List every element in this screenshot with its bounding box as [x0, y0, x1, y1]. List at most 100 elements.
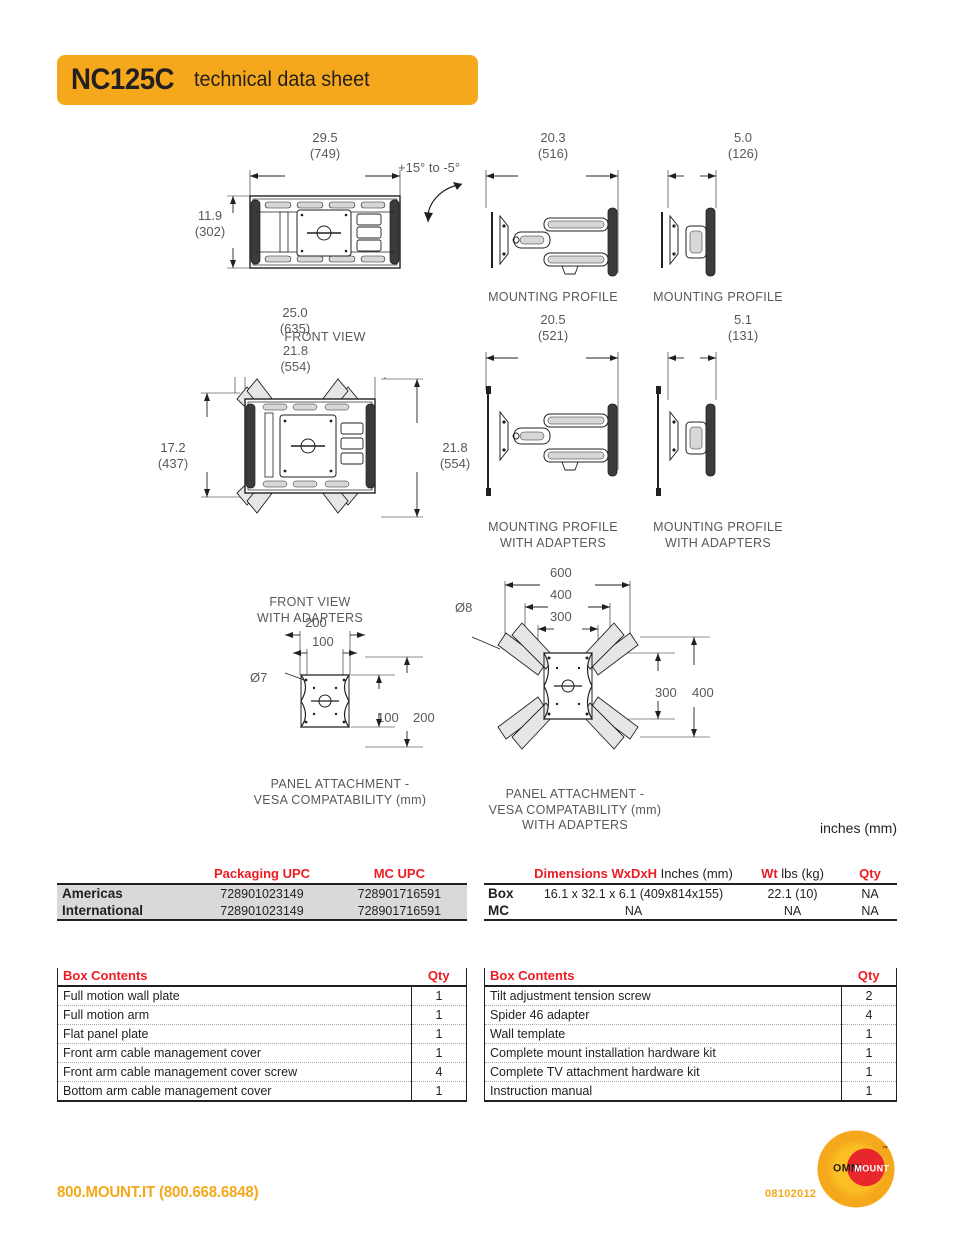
- vesa-adapters-svg: [471, 581, 710, 750]
- vesa-adapters-label-line1: PANEL ATTACHMENT -: [505, 787, 645, 801]
- contents-left-header-qty: Qty: [411, 968, 467, 987]
- upc-table: Packaging UPC MC UPC Americas 7289010231…: [57, 865, 467, 921]
- front-view-height-inches: 11.9: [197, 208, 223, 223]
- table-header-row: Dimensions WxDxH Inches (mm) Wt lbs (kg)…: [484, 865, 897, 885]
- footer-date-code: 08102012: [765, 1188, 817, 1200]
- dims-row-qty: NA: [843, 902, 897, 921]
- upc-row-packaging: 728901023149: [220, 886, 304, 901]
- upc-row-packaging: 728901023149: [192, 902, 332, 921]
- profile-extended-adapters-svg: [485, 352, 619, 496]
- front-adapters-label-line1: FRONT VIEW: [269, 595, 351, 609]
- tilt-arrow-icon: [424, 182, 463, 223]
- contents-qty: 1: [841, 1024, 897, 1044]
- table-row: Box 16.1 x 32.1 x 6.1 (409x814x155) 22.1…: [484, 884, 897, 902]
- table-row: Full motion wall plate 1: [57, 986, 467, 1006]
- front-adapters-svg: [201, 377, 423, 518]
- table-row: Instruction manual 1: [484, 1081, 897, 1102]
- front-view-height-mm: (302): [194, 224, 226, 240]
- front-adapters-height-inches: 17.2: [160, 440, 186, 455]
- table-header-row: Packaging UPC MC UPC: [57, 865, 467, 885]
- page-subtitle: technical data sheet: [194, 68, 370, 91]
- table-row: Front arm cable management cover 1: [57, 1043, 467, 1063]
- contents-right-header-item: Box Contents: [484, 968, 842, 987]
- contents-qty: 2: [841, 986, 897, 1006]
- contents-qty: 1: [411, 1043, 467, 1063]
- table-header-row: Box Contents Qty: [484, 968, 897, 987]
- front-adapters-height-mm: (437): [157, 456, 189, 472]
- contents-qty: 1: [841, 1062, 897, 1082]
- dims-row-label: MC: [484, 902, 525, 921]
- front-view-svg: [227, 170, 401, 269]
- dims-header-spacer: [484, 865, 525, 885]
- technical-drawings-area: 29.5 (749) 11.9 (302) FRONT VIEW +15° to…: [0, 120, 954, 850]
- contents-item: Spider 46 adapter: [484, 1005, 842, 1025]
- profile-extended-label: MOUNTING PROFILE: [488, 290, 618, 304]
- profile-extended-adapters-depth-mm: (521): [537, 328, 569, 344]
- box-contents-table-left: Box Contents Qty Full motion wall plate …: [57, 968, 467, 1102]
- profile-retracted-adapters-label-line2: WITH ADAPTERS: [665, 535, 771, 550]
- dims-header-qty: Qty: [843, 865, 897, 885]
- logo-trademark-symbol: ™: [882, 1146, 888, 1152]
- profile-retracted-label: MOUNTING PROFILE: [653, 290, 783, 304]
- footer-phone-number[interactable]: 800.MOUNT.IT (800.668.6848): [57, 1184, 259, 1202]
- dims-header-dimensions-units: Inches (mm): [660, 866, 733, 881]
- dims-row-dimensions: 16.1 x 32.1 x 6.1 (409x814x155): [543, 886, 724, 901]
- profile-retracted-depth-inches: 5.0: [733, 130, 753, 145]
- front-view-width-mm: (749): [309, 146, 341, 162]
- upc-row-mc: 728901716591: [331, 902, 467, 921]
- units-note: inches (mm): [819, 820, 897, 836]
- tilt-range-note: +15° to -5°: [398, 160, 461, 175]
- vesa-label-line1: PANEL ATTACHMENT -: [270, 777, 410, 791]
- front-adapters-outer-width-inches: 25.0: [282, 305, 308, 320]
- table-row: Bottom arm cable management cover 1: [57, 1081, 467, 1102]
- profile-extended-depth-inches: 20.3: [540, 130, 566, 145]
- dims-header-weight-bold: Wt: [761, 866, 778, 881]
- contents-qty: 1: [411, 986, 467, 1006]
- table-header-row: Box Contents Qty: [57, 968, 467, 987]
- profile-extended-adapters-depth-inches: 20.5: [540, 312, 566, 327]
- table-row: Front arm cable management cover screw 4: [57, 1062, 467, 1082]
- table-row: Wall template 1: [484, 1024, 897, 1044]
- vesa-svg: [284, 631, 423, 748]
- table-row: Complete TV attachment hardware kit 1: [484, 1062, 897, 1082]
- upc-row-region: Americas: [62, 886, 123, 901]
- upc-header-packaging: Packaging UPC: [192, 865, 332, 885]
- dims-header-dimensions-bold: Dimensions WxDxH: [534, 866, 657, 881]
- contents-item: Tilt adjustment tension screw: [484, 986, 842, 1006]
- dims-row-weight: 22.1 (10): [767, 886, 818, 901]
- profile-retracted-adapters-label-line1: MOUNTING PROFILE: [653, 520, 783, 534]
- front-view-width-inches: 29.5: [312, 130, 338, 145]
- profile-extended-adapters-label-line2: WITH ADAPTERS: [500, 535, 606, 550]
- profile-retracted-depth-mm: (126): [727, 146, 759, 162]
- data-sheet-page: NC125C technical data sheet 29.5 (749) 1…: [0, 0, 954, 1235]
- contents-qty: 1: [411, 1081, 467, 1102]
- profile-extended-adapters-label-line1: MOUNTING PROFILE: [488, 520, 618, 534]
- front-adapters-right-height-inches: 21.8: [442, 440, 468, 455]
- contents-qty: 1: [841, 1043, 897, 1063]
- front-adapters-inner-width-mm: (554): [280, 359, 311, 375]
- contents-qty: 4: [841, 1005, 897, 1025]
- dims-header-weight: Wt lbs (kg): [742, 865, 843, 885]
- box-contents-table-right: Box Contents Qty Tilt adjustment tension…: [484, 968, 897, 1102]
- dims-header-weight-units: lbs (kg): [781, 866, 824, 881]
- contents-qty: 1: [411, 1005, 467, 1025]
- dims-row-qty: NA: [861, 886, 879, 901]
- profile-retracted-adapters-depth-mm: (131): [727, 328, 759, 344]
- front-adapters-inner-width-inches: 21.8: [282, 343, 309, 358]
- page-title: NC125C: [71, 63, 175, 96]
- front-adapters-right-height-mm: (554): [439, 456, 471, 472]
- front-adapters-outer-width-mm: (635): [279, 321, 311, 337]
- omnimount-logo: OMNI MOUNT ™: [817, 1130, 895, 1208]
- profile-retracted-adapters-depth-inches: 5.1: [733, 312, 753, 327]
- contents-item: Front arm cable management cover screw: [57, 1062, 412, 1082]
- contents-item: Instruction manual: [484, 1081, 842, 1102]
- page-header-banner: NC125C technical data sheet: [57, 55, 478, 105]
- table-row: MC NA NA NA: [484, 902, 897, 921]
- table-row: Americas 728901023149 728901716591: [57, 884, 467, 902]
- upc-header-spacer: [57, 865, 193, 885]
- dims-row-label: Box: [488, 886, 514, 901]
- contents-item: Complete TV attachment hardware kit: [484, 1062, 842, 1082]
- contents-right-header-qty: Qty: [841, 968, 897, 987]
- contents-qty: 4: [411, 1062, 467, 1082]
- upc-row-mc: 728901716591: [357, 886, 442, 901]
